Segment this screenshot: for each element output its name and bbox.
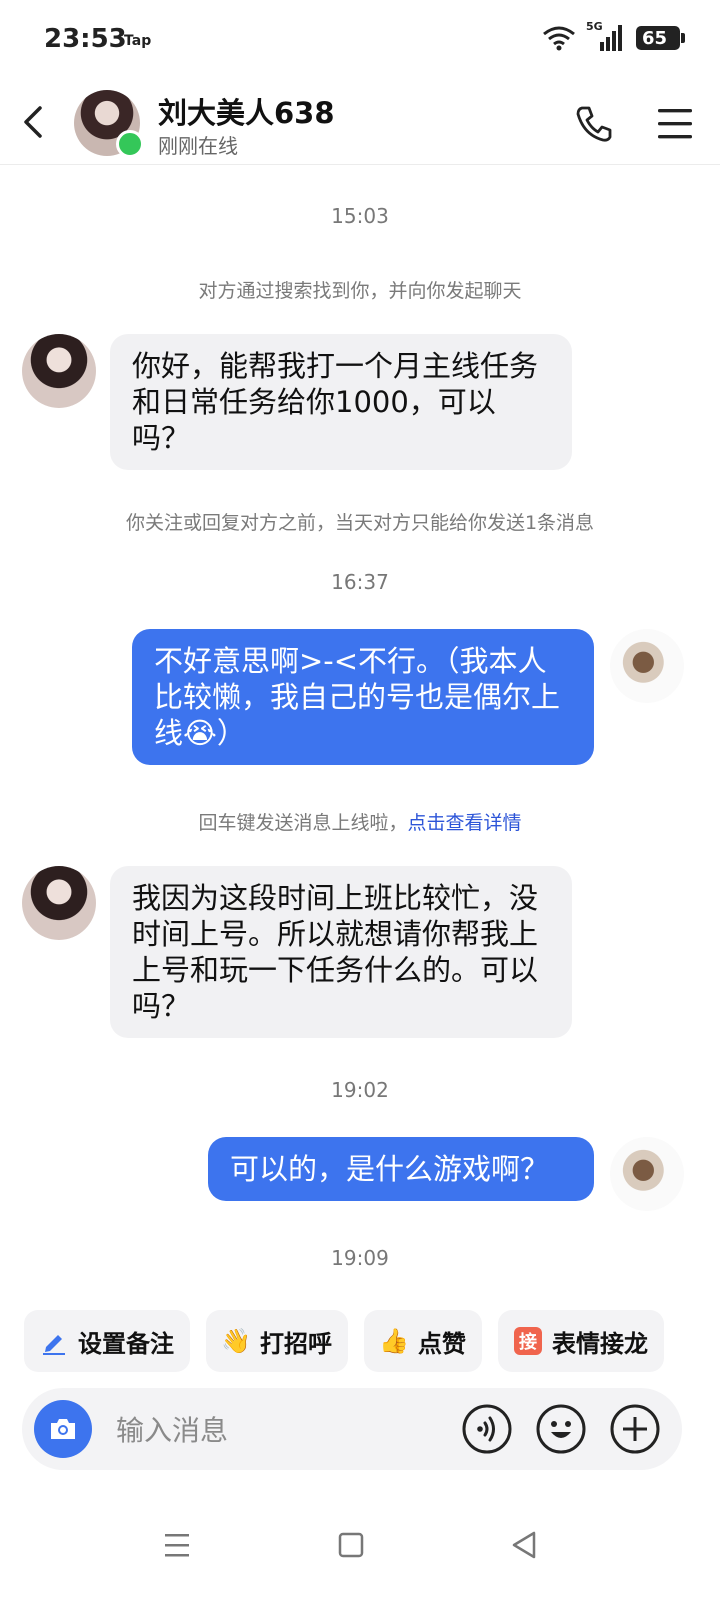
set-note-button[interactable]: 设置备注: [24, 1310, 190, 1372]
contact-name[interactable]: 刘大美人638: [158, 90, 335, 132]
status-app-tag: Tap: [124, 33, 152, 49]
add-plus-icon[interactable]: [608, 1402, 662, 1456]
phone-icon[interactable]: [572, 102, 616, 146]
timestamp: 19:09: [331, 1246, 389, 1270]
user-avatar-small[interactable]: [610, 629, 684, 703]
contact-avatar-small[interactable]: [22, 866, 96, 940]
home-icon[interactable]: [326, 1520, 376, 1570]
status-bar: 23:53 Tap 5G 65: [0, 0, 720, 80]
wave-hand-icon: 👋: [221, 1327, 251, 1355]
set-note-label: 设置备注: [78, 1329, 174, 1358]
cellular-signal-icon: 5G: [586, 20, 626, 52]
message-bubble-received[interactable]: 你好，能帮我打一个月主线任务和日常任务给你1000，可以吗？: [110, 334, 572, 470]
timestamp: 19:02: [331, 1078, 389, 1102]
emoji-chain-badge-icon: 接: [514, 1327, 542, 1355]
greet-button[interactable]: 👋 打招呼: [206, 1310, 348, 1372]
message-bubble-sent[interactable]: 可以的，是什么游戏啊？: [208, 1137, 594, 1201]
timestamp: 15:03: [331, 204, 389, 228]
like-button[interactable]: 👍 点赞: [364, 1310, 482, 1372]
network-type: 5G: [586, 20, 603, 33]
battery-icon: 65: [636, 26, 685, 50]
contact-avatar-small[interactable]: [22, 334, 96, 408]
camera-button[interactable]: [34, 1400, 92, 1458]
emoji-chain-label: 表情接龙: [552, 1329, 648, 1358]
back-triangle-icon[interactable]: [500, 1520, 550, 1570]
chat-header: 刘大美人638 刚刚在线: [0, 80, 720, 165]
wifi-icon: [543, 26, 575, 51]
quick-actions-bar: 设置备注 👋 打招呼 👍 点赞 接 表情接龙: [24, 1310, 664, 1372]
system-notice-text: 回车键发送消息上线啦，: [198, 812, 408, 834]
system-notice: 你关注或回复对方之前，当天对方只能给你发送1条消息: [125, 512, 595, 534]
system-notice: 对方通过搜索找到你，并向你发起聊天: [198, 280, 522, 302]
voice-input-icon[interactable]: [460, 1402, 514, 1456]
timestamp: 16:37: [331, 570, 389, 594]
thumbs-up-icon: 👍: [379, 1327, 409, 1355]
system-navigation-bar: [0, 1490, 720, 1604]
user-avatar-small[interactable]: [610, 1137, 684, 1211]
message-composer: [22, 1388, 682, 1470]
message-bubble-sent[interactable]: 不好意思啊>-<不行。（我本人比较懒，我自己的号也是偶尔上线😭）: [132, 629, 594, 765]
greet-label: 打招呼: [260, 1329, 332, 1358]
emoji-icon[interactable]: [534, 1402, 588, 1456]
camera-icon: [51, 1419, 75, 1439]
recent-apps-icon[interactable]: [152, 1520, 202, 1570]
online-status-dot: [116, 130, 144, 158]
menu-icon[interactable]: [654, 102, 698, 146]
system-notice: 回车键发送消息上线啦，点击查看详情: [0, 808, 720, 835]
emoji-chain-button[interactable]: 接 表情接龙: [498, 1310, 664, 1372]
like-label: 点赞: [418, 1329, 466, 1358]
back-arrow-icon[interactable]: [14, 100, 58, 144]
status-time: 23:53: [44, 24, 127, 54]
message-bubble-received[interactable]: 我因为这段时间上班比较忙，没时间上号。所以就想请你帮我上上号和玩一下任务什么的。…: [110, 866, 572, 1038]
battery-level: 65: [642, 27, 668, 49]
contact-status: 刚刚在线: [158, 134, 238, 158]
edit-pencil-icon: [43, 1335, 65, 1355]
message-input[interactable]: [114, 1408, 438, 1452]
status-icons: 5G 65: [542, 20, 685, 52]
view-details-link[interactable]: 点击查看详情: [408, 812, 522, 834]
